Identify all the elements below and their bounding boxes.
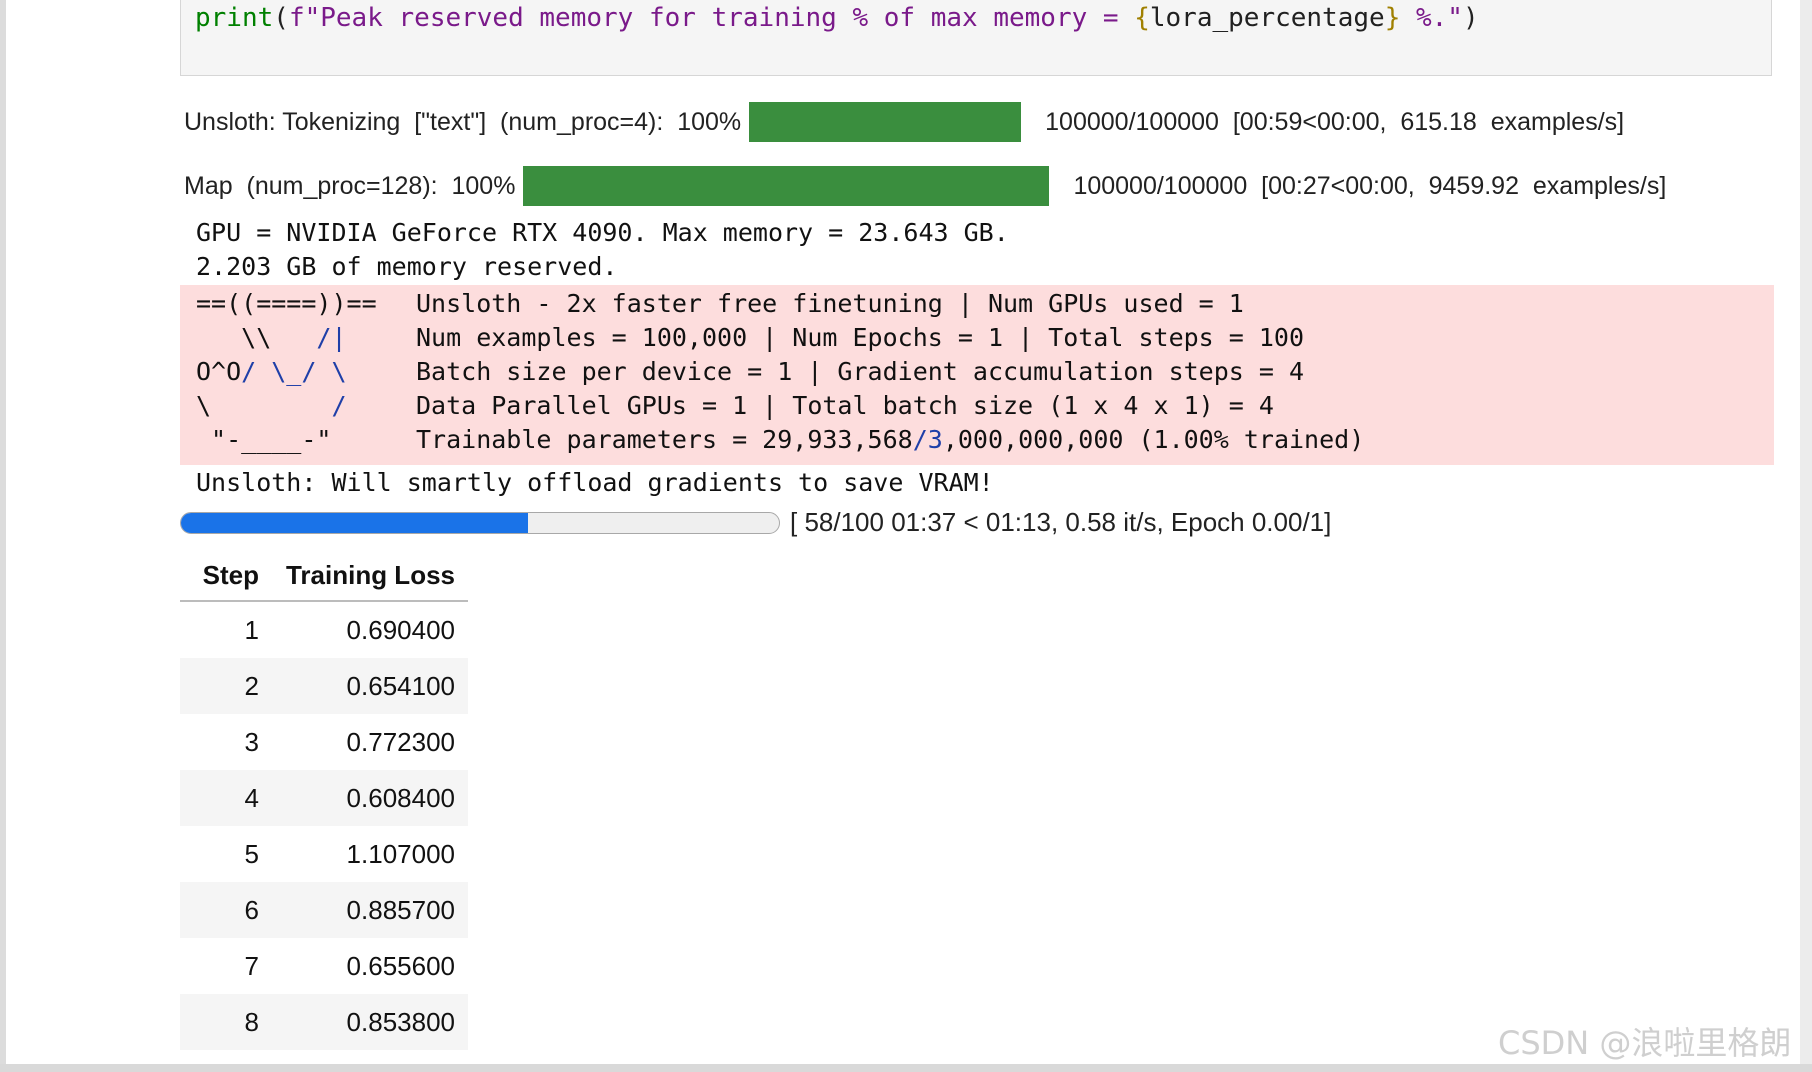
- code-brace-open: {: [1134, 3, 1150, 33]
- banner-art-part: /|: [316, 323, 347, 352]
- memory-reserved-line: 2.203 GB of memory reserved.: [196, 252, 618, 281]
- banner-art-part: \: [196, 391, 332, 420]
- banner-art: ==((====))==: [196, 289, 377, 318]
- table-row: 4 0.608400: [180, 770, 468, 826]
- step-cell: 7: [244, 950, 259, 981]
- offload-message: Unsloth: Will smartly offload gradients …: [196, 468, 994, 497]
- code-paren-close: ): [1462, 3, 1479, 33]
- table-header-row: Step Training Loss: [180, 550, 468, 602]
- column-header-training-loss: Training Loss: [272, 550, 468, 602]
- banner-row: \ / Data Parallel GPUs = 1 | Total batch…: [196, 389, 1274, 423]
- loss-cell: 0.655600: [346, 950, 455, 981]
- trainable-params-part: /3: [912, 425, 943, 454]
- tokenize-progress-label: Unsloth: Tokenizing ["text"] (num_proc=4…: [184, 107, 742, 136]
- code-cell[interactable]: print(f"Peak reserved memory for trainin…: [180, 0, 1772, 76]
- loss-cell: 1.107000: [346, 838, 455, 869]
- training-loss-table: Step Training Loss 1 0.690400 2 0.654100…: [180, 550, 468, 1050]
- table-row: 7 0.655600: [180, 938, 468, 994]
- tokenize-progress-stats: 100000/100000 [00:59<00:00, 615.18 examp…: [1045, 107, 1625, 136]
- tokenize-progress-row: Unsloth: Tokenizing ["text"] (num_proc=4…: [184, 100, 1624, 144]
- map-progress-label: Map (num_proc=128): 100%: [184, 171, 516, 200]
- trainable-params-part: ,000,000,000 (1.00% trained): [942, 425, 1365, 454]
- training-progress-bar: [180, 512, 780, 534]
- banner-row: \\ /| Num examples = 100,000 | Num Epoch…: [196, 321, 1304, 355]
- table-row: 8 0.853800: [180, 994, 468, 1050]
- banner-text: Batch size per device = 1 | Gradient acc…: [416, 357, 1305, 386]
- unsloth-banner: ==((====))== Unsloth - 2x faster free fi…: [180, 285, 1774, 465]
- loss-cell: 0.654100: [272, 658, 468, 714]
- training-progress-label: [ 58/100 01:37 < 01:13, 0.58 it/s, Epoch…: [790, 507, 1332, 537]
- step-cell: 4: [180, 770, 272, 826]
- banner-text: Num examples = 100,000 | Num Epochs = 1 …: [416, 323, 1305, 352]
- banner-art: \ /: [196, 389, 416, 423]
- watermark: CSDN @浪啦里格朗: [1498, 1024, 1792, 1062]
- code-string-end: %.": [1400, 3, 1463, 33]
- table-row: 6 0.885700: [180, 882, 468, 938]
- training-progress-fill: [181, 513, 528, 533]
- step-cell: 5: [244, 838, 259, 869]
- banner-art-part: O^O: [196, 357, 242, 386]
- code-variable: lora_percentage: [1149, 3, 1385, 33]
- banner-text: Unsloth - 2x faster free finetuning | Nu…: [416, 289, 1244, 318]
- banner-text: Data Parallel GPUs = 1 | Total batch siz…: [416, 391, 1274, 420]
- banner-art: "-____-": [196, 425, 332, 454]
- banner-art: \\ /|: [196, 321, 416, 355]
- loss-cell: 0.608400: [272, 770, 468, 826]
- banner-art: O^O/ \_/ \: [196, 355, 416, 389]
- banner-row: "-____-" Trainable parameters = 29,933,5…: [196, 423, 1364, 457]
- loss-cell: 0.690400: [346, 614, 455, 645]
- loss-cell: 0.853800: [272, 994, 468, 1050]
- map-progress-stats: 100000/100000 [00:27<00:00, 9459.92 exam…: [1073, 171, 1667, 200]
- code-line: print(f"Peak reserved memory for trainin…: [195, 3, 1479, 33]
- code-string-start: f"Peak reserved memory for training % of…: [288, 3, 1135, 33]
- left-border: [0, 0, 6, 1072]
- tokenize-progress-bar: [749, 102, 1022, 142]
- step-cell: 6: [180, 882, 272, 938]
- banner-row: ==((====))== Unsloth - 2x faster free fi…: [196, 287, 1244, 321]
- map-progress-row: Map (num_proc=128): 100% 100000/100000 […: [184, 164, 1666, 208]
- code-brace-close: }: [1384, 3, 1401, 33]
- banner-art-part: \\: [196, 323, 317, 352]
- code-func: print: [195, 3, 274, 33]
- banner-row: O^O/ \_/ \ Batch size per device = 1 | G…: [196, 355, 1304, 389]
- table-row: 1 0.690400: [180, 601, 468, 658]
- banner-art-part: /: [331, 391, 347, 420]
- step-cell: 3: [244, 726, 259, 757]
- column-header-step: Step: [180, 550, 272, 602]
- bottom-border: [0, 1064, 1812, 1072]
- step-cell: 2: [180, 658, 272, 714]
- trainable-params-part: Trainable parameters = 29,933,568: [416, 425, 913, 454]
- step-cell: 1: [244, 614, 259, 645]
- banner-art-part: / \_/ \: [241, 357, 347, 386]
- loss-cell: 0.772300: [346, 726, 455, 757]
- table-row: 3 0.772300: [180, 714, 468, 770]
- step-cell: 8: [180, 994, 272, 1050]
- banner-text: Trainable parameters = 29,933,568/3,000,…: [416, 423, 1364, 457]
- map-progress-bar: [523, 166, 1050, 206]
- loss-cell: 0.885700: [272, 882, 468, 938]
- table-row: 5 1.107000: [180, 826, 468, 882]
- table-row: 2 0.654100: [180, 658, 468, 714]
- gpu-info-line: GPU = NVIDIA GeForce RTX 4090. Max memor…: [196, 218, 1009, 247]
- code-paren-open: (: [273, 3, 289, 33]
- right-frame: [1800, 0, 1812, 1072]
